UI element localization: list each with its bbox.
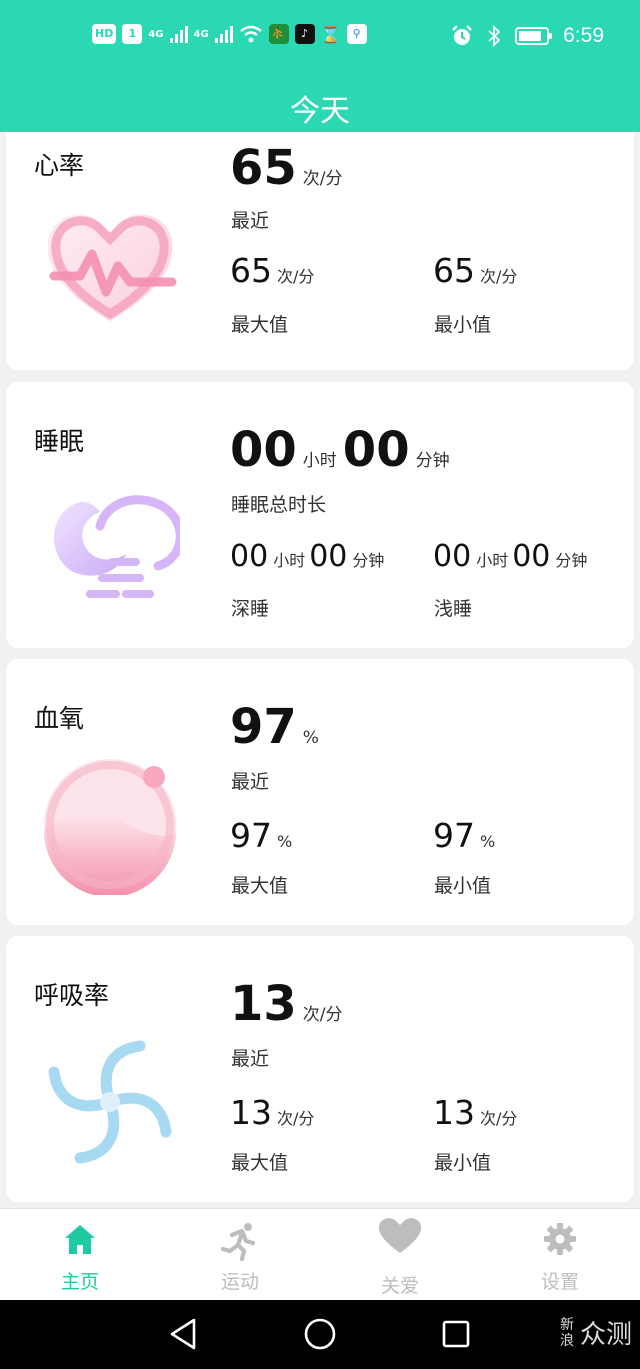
nav-label: 运动 — [220, 1271, 259, 1293]
home-button[interactable] — [303, 1317, 337, 1351]
light-sleep-value: 00 小时 00 分钟 — [433, 539, 588, 574]
recents-button[interactable] — [441, 1319, 471, 1349]
nav-home[interactable]: 主页 — [0, 1209, 160, 1301]
heart-rate-icon — [47, 214, 177, 321]
app-header: 今天 — [0, 76, 640, 132]
status-left-icons: HD 1 4G 4G ⛹ ♪ ⌛ ⚲ — [92, 24, 367, 44]
watermark: 新浪 众测 — [558, 1314, 632, 1351]
max-label: 最大值 — [231, 314, 289, 336]
unit: % — [302, 728, 319, 748]
card-title: 心率 — [34, 151, 85, 180]
deep-sleep-label: 深睡 — [231, 598, 270, 620]
min-label: 最小值 — [434, 1152, 492, 1174]
max-label: 最大值 — [231, 875, 289, 897]
nav-settings[interactable]: 设置 — [480, 1209, 640, 1301]
main-value: 65 次/分 — [230, 144, 343, 192]
nav-label: 设置 — [540, 1271, 579, 1293]
signal-icon — [169, 25, 188, 43]
hourglass-icon: ⌛ — [320, 24, 341, 44]
min-value: 65 次/分 — [433, 251, 518, 290]
network-type-1: 4G — [148, 28, 164, 40]
status-time: 6:59 — [563, 24, 604, 47]
max-value: 13 次/分 — [230, 1093, 315, 1132]
battery-icon — [515, 27, 553, 45]
metrics-list[interactable]: 心率 65 次/分 最近 65 次/分 最大值 65 次/分 最小值 睡眠 00… — [0, 132, 640, 1208]
deep-sleep-value: 00 小时 00 分钟 — [230, 539, 385, 574]
max-label: 最大值 — [231, 1152, 289, 1174]
min-value: 13 次/分 — [433, 1093, 518, 1132]
min-value: 97 % — [433, 816, 496, 855]
recent-label: 最近 — [231, 1048, 270, 1070]
sleep-moon-icon — [53, 495, 180, 598]
bluetooth-icon — [488, 25, 501, 47]
unit: 次/分 — [302, 169, 343, 189]
search-app-icon: ⚲ — [346, 24, 367, 44]
recent-label: 最近 — [231, 210, 270, 232]
alarm-icon — [452, 25, 472, 45]
main-value: 13 次/分 — [230, 980, 343, 1028]
respiration-card[interactable]: 呼吸率 13 次/分 最近 13 次/分 最大值 13 次/分 最小值 — [6, 936, 634, 1202]
sleep-minutes: 00 — [342, 422, 410, 478]
min-label: 最小值 — [434, 314, 492, 336]
main-value: 97 % — [230, 703, 319, 751]
heart-rate-value: 65 — [230, 140, 297, 196]
status-right-icons: 6:59 — [451, 24, 604, 48]
unit: 次/分 — [302, 1005, 343, 1025]
tiktok-icon: ♪ — [294, 24, 315, 44]
running-icon — [220, 1223, 256, 1261]
wifi-icon — [239, 25, 262, 43]
hd-indicator: HD — [92, 24, 117, 44]
nav-sport[interactable]: 运动 — [160, 1209, 320, 1301]
oxygen-value: 97 — [230, 699, 297, 755]
nav-label: 主页 — [60, 1271, 99, 1293]
home-icon — [65, 1225, 95, 1254]
heart-icon — [378, 1218, 422, 1253]
respiration-value: 13 — [230, 976, 297, 1032]
recent-label: 最近 — [231, 771, 270, 793]
bottom-nav: 主页 运动 关爱 设置 — [0, 1208, 640, 1300]
gear-icon — [544, 1223, 576, 1255]
max-value: 65 次/分 — [230, 251, 315, 290]
sleep-total-label: 睡眠总时长 — [231, 494, 327, 516]
blood-oxygen-icon — [43, 759, 176, 895]
page-title: 今天 — [290, 94, 350, 129]
system-nav-bar: 新浪 众测 — [0, 1300, 640, 1369]
signal-icon-2 — [214, 25, 233, 43]
light-sleep-label: 浅睡 — [434, 598, 473, 620]
status-bar: HD 1 4G 4G ⛹ ♪ ⌛ ⚲ 6:59 — [0, 0, 640, 76]
min-label: 最小值 — [434, 875, 492, 897]
sleep-card[interactable]: 睡眠 00 小时 00 分钟 睡眠总时长 00 小时 00 分钟 深睡 00 小… — [6, 382, 634, 648]
card-title: 呼吸率 — [34, 981, 110, 1010]
sleep-hours: 00 — [230, 422, 297, 478]
sim-indicator: 1 — [122, 24, 143, 44]
sleep-total-value: 00 小时 00 分钟 — [230, 422, 450, 478]
blood-oxygen-card[interactable]: 血氧 97 % 最近 97 % 最大值 97 % 最小值 — [6, 659, 634, 925]
respiration-icon — [48, 1040, 172, 1164]
network-type-2: 4G — [193, 28, 209, 40]
nav-label: 关爱 — [380, 1275, 419, 1297]
back-button[interactable] — [168, 1317, 198, 1351]
nav-care[interactable]: 关爱 — [320, 1209, 480, 1301]
card-title: 睡眠 — [34, 427, 85, 456]
sport-app-icon: ⛹ — [268, 24, 289, 44]
card-title: 血氧 — [34, 704, 85, 733]
max-value: 97 % — [230, 816, 293, 855]
watermark-text: 众测 — [579, 1320, 632, 1350]
heart-rate-card[interactable]: 心率 65 次/分 最近 65 次/分 最大值 65 次/分 最小值 — [6, 132, 634, 370]
watermark-logo: 新浪 — [559, 1316, 574, 1349]
